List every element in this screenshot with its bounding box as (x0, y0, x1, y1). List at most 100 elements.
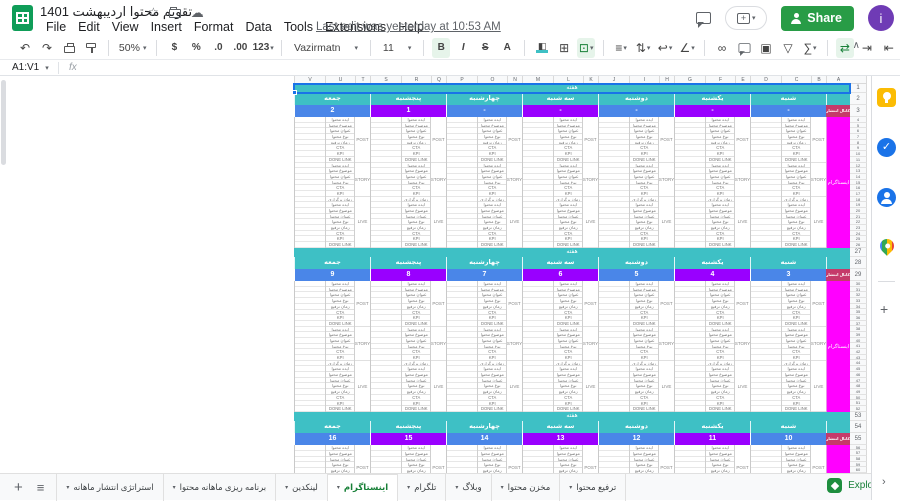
number-format-caret-icon[interactable]: ▾ (270, 44, 274, 52)
date-cell[interactable]: 3 (750, 269, 826, 281)
column-header-T[interactable]: T (355, 76, 370, 84)
merge-cells-icon[interactable]: ⊡▾ (577, 38, 595, 58)
group-cell-post[interactable]: POST (431, 117, 446, 163)
column-header-K[interactable]: K (583, 76, 598, 84)
label-cell[interactable]: DONE LINK (326, 242, 354, 248)
text-direction-ltr-icon[interactable]: ⇥ (858, 38, 876, 58)
day-name-cell[interactable]: سه شنبه (522, 257, 598, 269)
day-name-cell[interactable]: یکشنبه (674, 421, 750, 433)
group-cell-story[interactable]: STORY (355, 327, 370, 361)
sheet-tab[interactable]: ▾استراتژی انتشار ماهانه (56, 474, 163, 501)
group-cell-post[interactable]: POST (735, 117, 750, 163)
group-cell-story[interactable]: STORY (811, 327, 826, 361)
group-cell-post[interactable]: POST (355, 445, 370, 473)
date-cell[interactable]: 15 (370, 433, 446, 445)
day-name-cell[interactable]: شنبه (750, 257, 826, 269)
column-header-S[interactable]: S (370, 76, 401, 84)
group-cell-live[interactable]: LIVE (355, 197, 370, 248)
functions-caret-icon[interactable]: ▾ (813, 44, 817, 52)
day-name-cell[interactable]: جمعه (294, 257, 370, 269)
column-header-M[interactable]: M (522, 76, 553, 84)
date-cell[interactable]: 7 (446, 269, 522, 281)
font-size-select[interactable]: 11▾ (377, 42, 417, 54)
input-cell[interactable] (599, 406, 629, 412)
name-box[interactable]: A1:V1▾ (0, 62, 58, 73)
day-name-cell[interactable]: چهارشنبه (446, 421, 522, 433)
sheet-tab[interactable]: ▾ترفیع محتوا (560, 474, 626, 501)
group-cell-story[interactable]: STORY (659, 163, 674, 197)
column-header-C[interactable]: C (781, 76, 811, 84)
tab-dropdown-icon[interactable]: ▾ (173, 484, 176, 491)
date-cell[interactable]: 13 (522, 433, 598, 445)
group-cell-live[interactable]: LIVE (735, 361, 750, 412)
day-name-cell[interactable]: چهارشنبه (446, 93, 522, 105)
menu-data[interactable]: Data (239, 19, 277, 35)
input-cell[interactable] (523, 242, 553, 248)
column-header-P[interactable]: P (446, 76, 477, 84)
group-cell-live[interactable]: LIVE (659, 361, 674, 412)
group-cell-live[interactable]: LIVE (583, 197, 598, 248)
bold-icon[interactable]: B (432, 38, 450, 58)
column-header-Q[interactable]: Q (431, 76, 446, 84)
group-cell-post[interactable]: POST (811, 117, 826, 163)
group-cell-story[interactable]: STORY (811, 163, 826, 197)
group-cell-live[interactable]: LIVE (811, 361, 826, 412)
day-name-cell[interactable]: پنجشنبه (370, 257, 446, 269)
tab-dropdown-icon[interactable]: ▾ (285, 484, 288, 491)
day-name-cell[interactable]: پنجشنبه (370, 421, 446, 433)
group-cell-live[interactable]: LIVE (659, 197, 674, 248)
format-currency-icon[interactable]: $ (165, 38, 183, 58)
group-cell-live[interactable]: LIVE (735, 197, 750, 248)
add-sheet-icon[interactable]: + (14, 479, 23, 496)
channel-header-cell[interactable]: کانال انتشار (826, 433, 850, 445)
label-cell[interactable]: DONE LINK (402, 242, 430, 248)
date-cell[interactable]: 10 (750, 433, 826, 445)
strikethrough-icon[interactable]: S (476, 38, 494, 58)
font-size-caret-icon[interactable]: ▾ (408, 44, 412, 52)
group-cell-story[interactable]: STORY (431, 327, 446, 361)
date-cell[interactable]: 14 (446, 433, 522, 445)
day-name-cell[interactable]: دوشنبه (598, 93, 674, 105)
group-cell-story[interactable]: STORY (583, 163, 598, 197)
google-keep-icon[interactable] (877, 88, 896, 107)
text-rotation-caret-icon[interactable]: ▾ (691, 44, 695, 52)
label-cell[interactable]: DONE LINK (630, 242, 658, 248)
column-header-O[interactable]: O (477, 76, 507, 84)
group-cell-post[interactable]: POST (507, 445, 522, 473)
text-color-icon[interactable]: A (498, 38, 516, 58)
account-avatar[interactable]: i (868, 5, 894, 31)
date-cell[interactable]: 2 (294, 105, 370, 117)
group-cell-post[interactable]: POST (583, 281, 598, 327)
menu-format[interactable]: Format (188, 19, 240, 35)
week-title-row[interactable]: هفته (294, 84, 850, 93)
sheet-tab[interactable]: ▾مخزن محتوا (492, 474, 561, 501)
day-name-cell[interactable]: دوشنبه (598, 421, 674, 433)
group-cell-post[interactable]: POST (583, 117, 598, 163)
last-edit-link[interactable]: Last edit was yesterday at 10:53 AM (316, 21, 501, 33)
row-header[interactable]: 1 (850, 84, 867, 93)
day-name-cell[interactable]: یکشنبه (674, 257, 750, 269)
date-cell[interactable]: 6 (522, 269, 598, 281)
label-cell[interactable]: DONE LINK (326, 406, 354, 412)
name-box-caret-icon[interactable]: ▾ (45, 64, 49, 72)
tab-dropdown-icon[interactable]: ▾ (66, 484, 69, 491)
group-cell-post[interactable]: POST (431, 445, 446, 473)
day-name-cell[interactable]: جمعه (294, 421, 370, 433)
label-cell[interactable]: DONE LINK (478, 242, 506, 248)
tab-dropdown-icon[interactable]: ▾ (569, 484, 572, 491)
platform-header-cell[interactable] (826, 93, 850, 105)
menu-view[interactable]: View (106, 19, 145, 35)
insert-chart-icon[interactable]: ▣ (757, 38, 775, 58)
date-cell[interactable]: - (446, 105, 522, 117)
row-header[interactable]: 29 (850, 269, 867, 281)
share-button[interactable]: Share (781, 6, 854, 31)
input-cell[interactable] (447, 242, 477, 248)
text-rotation-icon[interactable]: ∠▾ (678, 38, 696, 58)
font-select[interactable]: Vazirmatn▾ (288, 42, 364, 54)
insert-link-icon[interactable]: ∞ (713, 38, 731, 58)
group-cell-post[interactable]: POST (659, 117, 674, 163)
group-cell-post[interactable]: POST (355, 117, 370, 163)
input-cell[interactable] (751, 406, 781, 412)
increase-decimal-icon[interactable]: .00 (231, 38, 249, 58)
functions-icon[interactable]: ∑▾ (801, 38, 819, 58)
